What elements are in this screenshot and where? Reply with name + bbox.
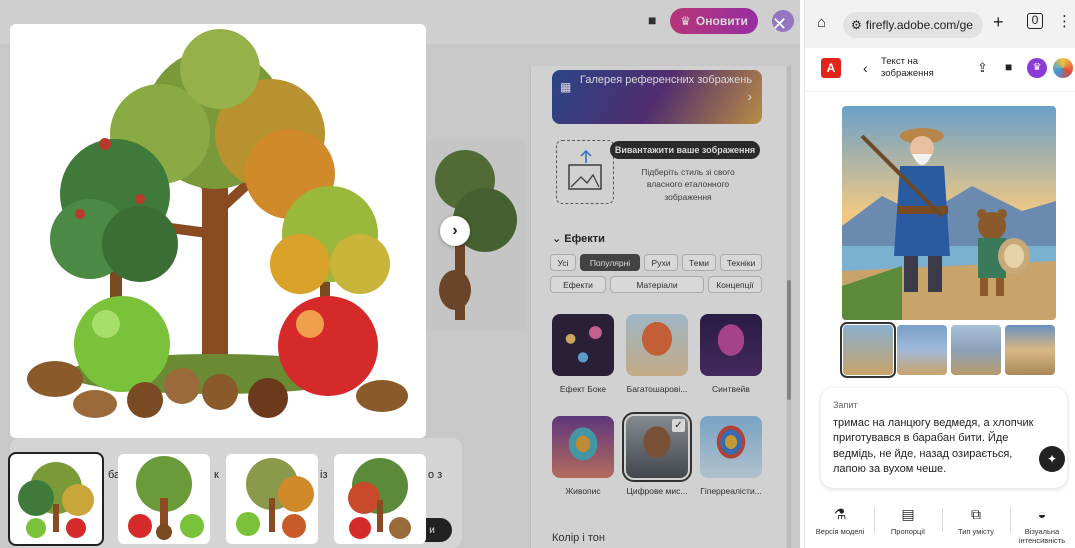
tab-switcher-icon[interactable]: 0 (1027, 13, 1043, 29)
thumbnail-3[interactable] (226, 454, 318, 544)
visual-intensity-icon: ◒ (1037, 506, 1047, 522)
chevron-right-icon: › (452, 222, 458, 239)
bottom-toolbar: ⚗ Версія моделі ▤ Пропорції ⧉ Тип умісту… (805, 500, 1075, 548)
thumbnail-1[interactable] (840, 322, 896, 378)
prompt-field[interactable]: Запит тримас на ланцюгу ведмедя, а хлопч… (821, 388, 1067, 488)
more-options-icon[interactable]: ⋮ (1057, 12, 1072, 30)
visual-intensity-button[interactable]: ◒ Візуальна інтенсивність (1009, 506, 1075, 545)
aspect-ratio-button[interactable]: ▤ Пропорції (875, 506, 941, 537)
thumbnail-1[interactable] (8, 452, 104, 546)
close-icon[interactable]: ✕ (772, 14, 787, 35)
lightbox-image (10, 24, 426, 438)
site-info-icon[interactable]: ⚙ (851, 18, 862, 32)
prompt-label: Запит (833, 400, 858, 410)
back-chevron-icon[interactable]: ‹ (863, 60, 868, 76)
share-icon[interactable]: ⇪ (977, 60, 988, 76)
thumbnail-4[interactable] (1005, 325, 1055, 375)
browser-url-bar: ⌂ ⚙ firefly.adobe.com/ge + 0 ⋮ (805, 0, 1075, 48)
new-tab-icon[interactable]: + (993, 12, 1004, 33)
desktop-firefly-window: ■ ♛ Оновити ▦ Галерея референсних зображ… (0, 0, 800, 548)
address-field[interactable]: ⚙ firefly.adobe.com/ge (843, 12, 983, 38)
generate-button[interactable]: ✦ (1039, 446, 1065, 472)
thumbnail-2[interactable] (897, 325, 947, 375)
avatar[interactable] (1053, 58, 1073, 78)
thumbnail-2[interactable] (118, 454, 210, 544)
model-version-icon: ⚗ (833, 506, 847, 522)
content-type-button[interactable]: ⧉ Тип умісту (943, 506, 1009, 537)
page-title: Текст на зображення (881, 56, 934, 79)
next-image-button[interactable]: › (440, 216, 470, 246)
app-header: A ‹ Текст на зображення ⇪ ■ ♛ (805, 48, 1075, 92)
generated-trees-image (10, 24, 426, 438)
prompt-text[interactable]: тримас на ланцюгу ведмедя, а хлопчик при… (833, 416, 1035, 478)
generated-image-main[interactable] (842, 106, 1056, 320)
thumbnail-4[interactable] (334, 454, 426, 544)
sparkle-icon: ✦ (1046, 452, 1058, 466)
home-icon[interactable]: ⌂ (817, 14, 826, 31)
adobe-logo[interactable]: A (821, 58, 841, 78)
content-type-icon: ⧉ (971, 506, 981, 522)
chat-icon[interactable]: ■ (1005, 60, 1012, 74)
thumbnail-3[interactable] (951, 325, 1001, 375)
crown-icon[interactable]: ♛ (1027, 58, 1047, 78)
model-version-button[interactable]: ⚗ Версія моделі (807, 506, 873, 537)
mobile-browser-window: ⌂ ⚙ firefly.adobe.com/ge + 0 ⋮ A ‹ Текст… (804, 0, 1075, 548)
aspect-ratio-icon: ▤ (901, 506, 915, 522)
